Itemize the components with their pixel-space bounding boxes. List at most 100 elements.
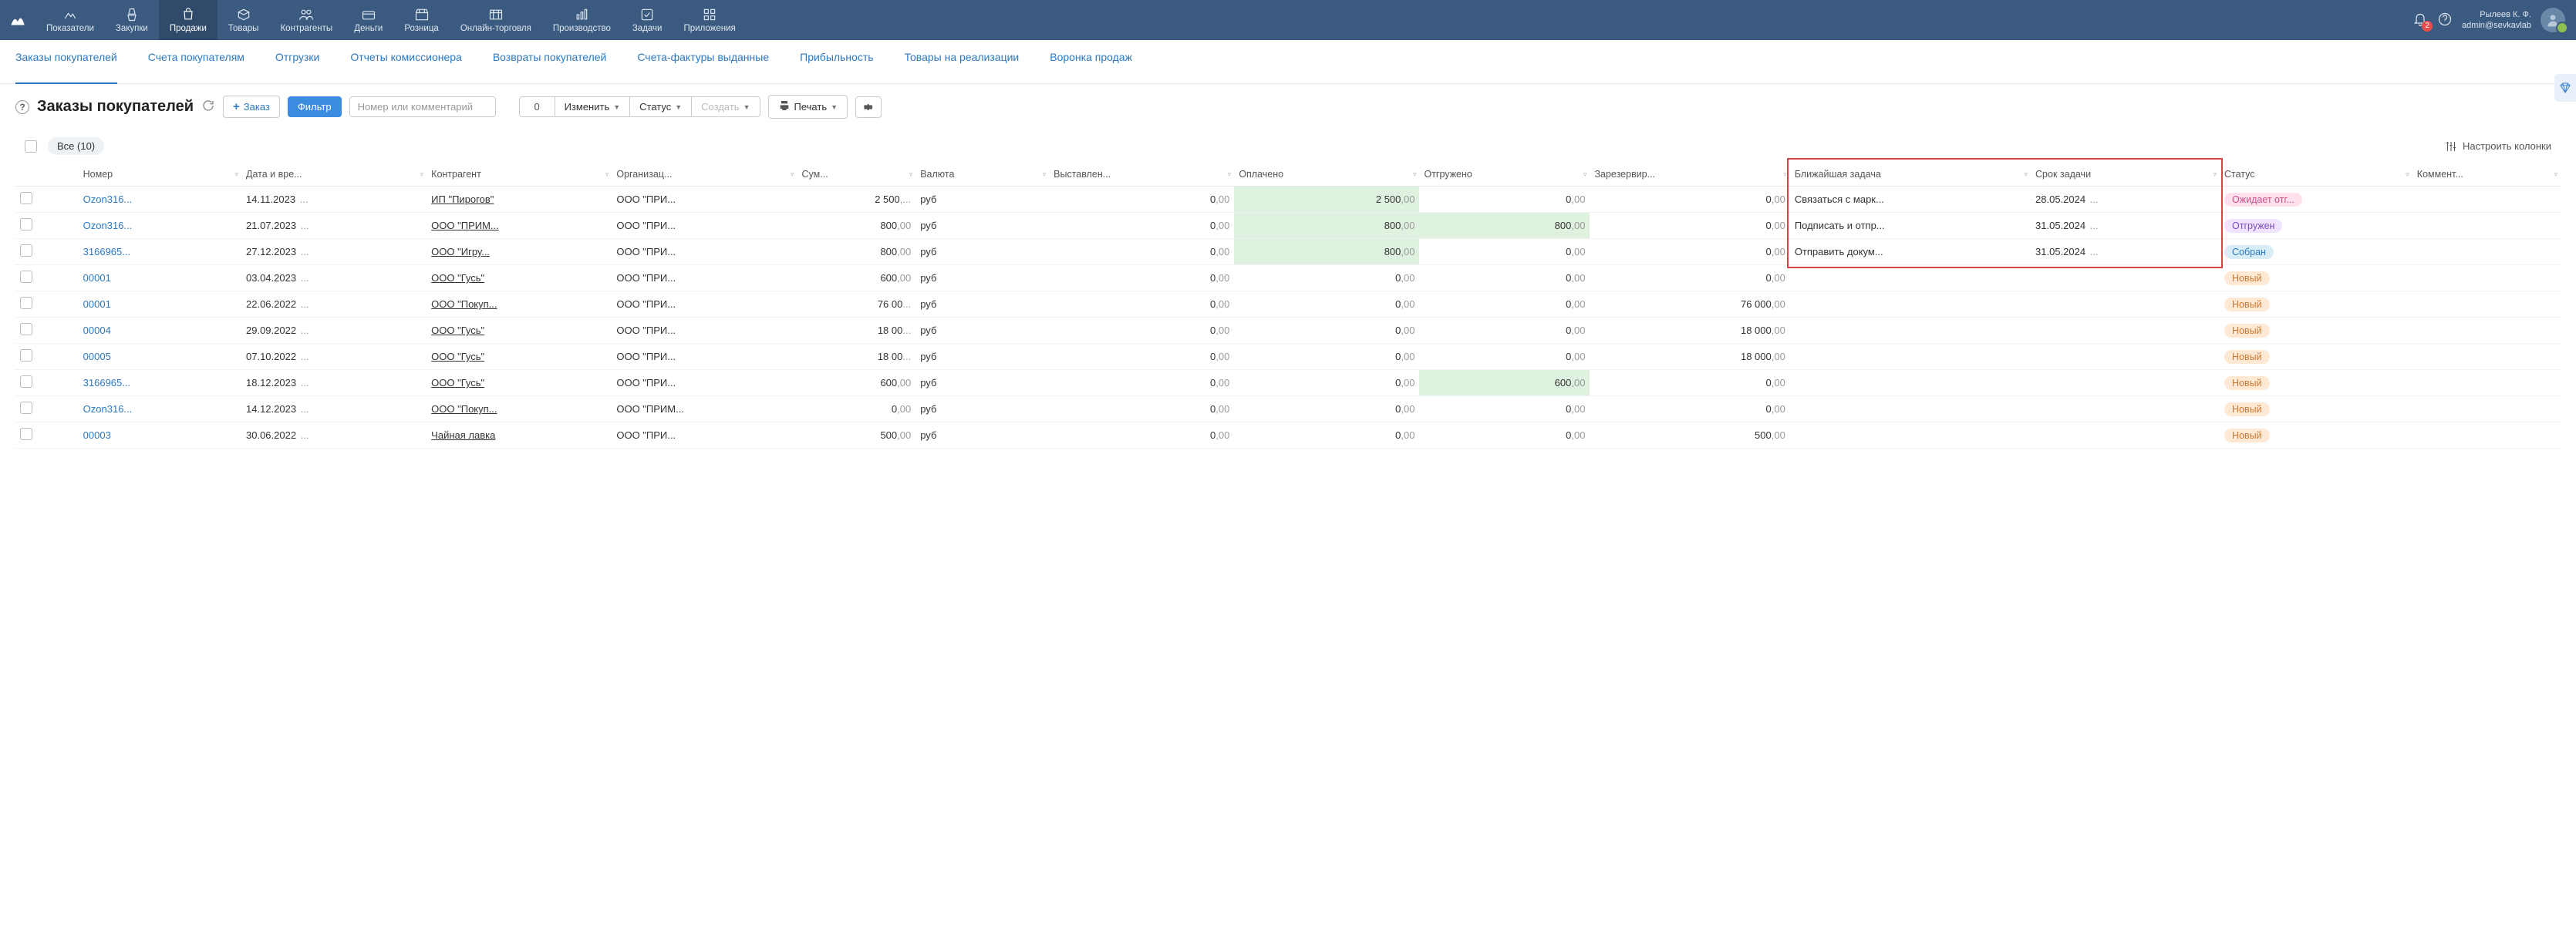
row-checkbox[interactable]	[20, 428, 32, 440]
counterparty-link[interactable]: ООО "Гусь"	[427, 318, 612, 344]
subnav-item[interactable]: Товары на реализации	[905, 51, 1020, 72]
order-number-link[interactable]: Ozon316...	[79, 396, 241, 422]
row-checkbox[interactable]	[20, 218, 32, 230]
status-button[interactable]: Статус ▼	[629, 96, 691, 117]
topnav-item[interactable]: Задачи	[622, 0, 673, 40]
table-row[interactable]: 3166965...18.12.2023 ...ООО "Гусь"ООО "П…	[15, 370, 2561, 396]
table-row[interactable]: Ozon316...21.07.2023 ...ООО "ПРИМ...ООО …	[15, 213, 2561, 239]
amount-cell: 0,00	[1049, 265, 1234, 291]
topnav-item[interactable]: Закупки	[105, 0, 159, 40]
row-checkbox[interactable]	[20, 349, 32, 362]
counterparty-link[interactable]: Чайная лавка	[427, 422, 612, 449]
order-number-link[interactable]: 00001	[79, 291, 241, 318]
table-row[interactable]: 0000103.04.2023 ...ООО "Гусь"ООО "ПРИ...…	[15, 265, 2561, 291]
counterparty-link[interactable]: ООО "Гусь"	[427, 344, 612, 370]
row-checkbox[interactable]	[20, 244, 32, 257]
table-row[interactable]: Ozon316...14.12.2023 ...ООО "Покуп...ООО…	[15, 396, 2561, 422]
subnav-item[interactable]: Возвраты покупателей	[493, 51, 607, 72]
orders-table: Номер▿Дата и вре...▿Контрагент▿Организац…	[15, 163, 2561, 449]
amount-cell: 800,00	[1234, 239, 1419, 265]
column-header[interactable]: Оплачено▿	[1234, 163, 1419, 187]
column-header[interactable]: Сум...▿	[797, 163, 916, 187]
help-icon[interactable]	[2437, 12, 2453, 29]
nav-label: Товары	[228, 24, 259, 33]
column-header[interactable]: Ближайшая задача▿	[1790, 163, 2031, 187]
row-checkbox[interactable]	[20, 271, 32, 283]
column-header[interactable]: Коммент...▿	[2412, 163, 2561, 187]
counterparty-link[interactable]: ООО "Покуп...	[427, 396, 612, 422]
order-number-link[interactable]: 00004	[79, 318, 241, 344]
table-row[interactable]: 0000122.06.2022 ...ООО "Покуп...ООО "ПРИ…	[15, 291, 2561, 318]
order-number-link[interactable]: 3166965...	[79, 370, 241, 396]
page-help-icon[interactable]: ?	[15, 100, 29, 114]
create-button[interactable]: Создать ▼	[691, 96, 760, 117]
order-number-link[interactable]: 3166965...	[79, 239, 241, 265]
new-order-button[interactable]: + Заказ	[223, 96, 280, 118]
topnav-item[interactable]: Показатели	[35, 0, 105, 40]
column-header[interactable]: Выставлен...▿	[1049, 163, 1234, 187]
order-number-link[interactable]: 00001	[79, 265, 241, 291]
refresh-icon[interactable]	[201, 99, 215, 115]
filter-button[interactable]: Фильтр	[288, 96, 342, 117]
user-info[interactable]: Рылеев К. Ф. admin@sevkavlab	[2462, 9, 2531, 31]
column-header[interactable]: Статус▿	[2220, 163, 2412, 187]
topnav-item[interactable]: Товары	[217, 0, 270, 40]
subnav-item[interactable]: Счета-фактуры выданные	[637, 51, 769, 72]
topnav-item[interactable]: Розница	[393, 0, 449, 40]
subnav-item[interactable]: Прибыльность	[800, 51, 873, 72]
row-checkbox[interactable]	[20, 375, 32, 388]
table-row[interactable]: 0000330.06.2022 ...Чайная лавкаООО "ПРИ.…	[15, 422, 2561, 449]
column-header[interactable]: Срок задачи▿	[2031, 163, 2220, 187]
column-header[interactable]: Отгружено▿	[1419, 163, 1590, 187]
topnav-item[interactable]: Контрагенты	[269, 0, 343, 40]
notifications-icon[interactable]: 2	[2412, 12, 2428, 29]
order-number-link[interactable]: 00005	[79, 344, 241, 370]
column-header[interactable]: Организац...▿	[612, 163, 797, 187]
subnav-item[interactable]: Отчеты комиссионера	[350, 51, 462, 72]
topnav-item[interactable]: Производство	[542, 0, 622, 40]
settings-button[interactable]	[855, 96, 882, 118]
column-header[interactable]: Дата и вре...▿	[241, 163, 427, 187]
filter-all-pill[interactable]: Все (10)	[48, 137, 104, 155]
order-number-link[interactable]: Ozon316...	[79, 187, 241, 213]
configure-columns-button[interactable]: Настроить колонки	[2444, 140, 2551, 153]
avatar[interactable]	[2541, 8, 2565, 32]
search-input[interactable]	[349, 96, 496, 117]
counterparty-link[interactable]: ООО "ПРИМ...	[427, 213, 612, 239]
table-top-bar: Все (10) Настроить колонки	[15, 130, 2561, 163]
order-number-link[interactable]: 00003	[79, 422, 241, 449]
subnav-item[interactable]: Воронка продаж	[1050, 51, 1132, 72]
logo[interactable]	[0, 0, 35, 40]
row-checkbox[interactable]	[20, 192, 32, 204]
topnav-item[interactable]: Приложения	[673, 0, 746, 40]
column-header[interactable]: Номер▿	[79, 163, 241, 187]
order-number-link[interactable]: Ozon316...	[79, 213, 241, 239]
topnav-item[interactable]: Онлайн-торговля	[450, 0, 542, 40]
row-checkbox[interactable]	[20, 323, 32, 335]
column-header[interactable]: Валюта▿	[915, 163, 1049, 187]
counterparty-link[interactable]: ООО "Гусь"	[427, 265, 612, 291]
counterparty-link[interactable]: ООО "Игру...	[427, 239, 612, 265]
column-header[interactable]: Контрагент▿	[427, 163, 612, 187]
topnav-item[interactable]: Деньги	[343, 0, 393, 40]
counterparty-link[interactable]: ИП "Пирогов"	[427, 187, 612, 213]
select-all-checkbox[interactable]	[25, 140, 37, 153]
change-button[interactable]: Изменить ▼	[555, 96, 630, 117]
subnav-item[interactable]: Заказы покупателей	[15, 51, 117, 84]
print-button[interactable]: Печать ▼	[768, 95, 848, 119]
counterparty-link[interactable]: ООО "Гусь"	[427, 370, 612, 396]
table-row[interactable]: Ozon316...14.11.2023 ...ИП "Пирогов"ООО …	[15, 187, 2561, 213]
diamond-icon[interactable]	[2554, 74, 2576, 102]
row-checkbox[interactable]	[20, 402, 32, 414]
table-row[interactable]: 0000429.09.2022 ...ООО "Гусь"ООО "ПРИ...…	[15, 318, 2561, 344]
subnav-item[interactable]: Счета покупателям	[148, 51, 244, 72]
nav-label: Закупки	[116, 24, 148, 33]
row-checkbox[interactable]	[20, 297, 32, 309]
table-row[interactable]: 3166965...27.12.2023 ...ООО "Игру...ООО …	[15, 239, 2561, 265]
table-row[interactable]: 0000507.10.2022 ...ООО "Гусь"ООО "ПРИ...…	[15, 344, 2561, 370]
column-header[interactable]: Зарезервир...▿	[1590, 163, 1789, 187]
topnav-item[interactable]: Продажи	[159, 0, 217, 40]
subnav-item[interactable]: Отгрузки	[275, 51, 319, 72]
amount-cell: 0,00	[1590, 187, 1789, 213]
counterparty-link[interactable]: ООО "Покуп...	[427, 291, 612, 318]
